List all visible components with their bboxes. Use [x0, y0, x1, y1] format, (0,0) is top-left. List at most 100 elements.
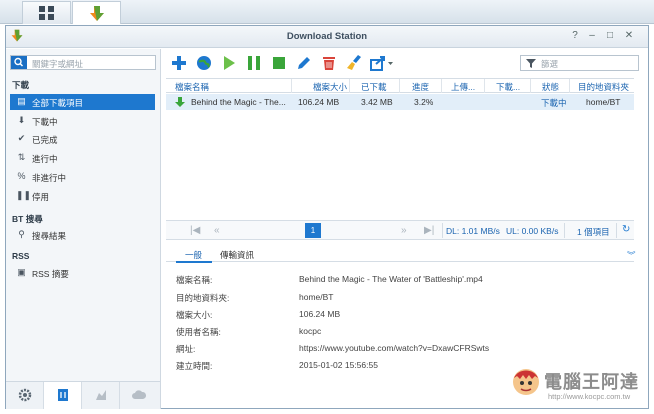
help-icon[interactable]: ? [569, 30, 581, 42]
clear-completed-button[interactable] [345, 54, 363, 72]
add-task-button[interactable] [170, 54, 188, 72]
field-value-size: 106.24 MB [299, 309, 341, 319]
cell-downloaded: 3.42 MB [361, 97, 393, 107]
transfer-icon [58, 389, 68, 401]
sidebar-item-label: 已完成 [32, 135, 58, 145]
field-label-size: 檔案大小: [176, 310, 213, 320]
download-station-window: Download Station ? – □ ✕ 關鍵字或網址 下載 ▤ 全部下… [5, 25, 649, 409]
edit-button[interactable] [295, 54, 313, 72]
col-status[interactable]: 狀態 [542, 81, 559, 92]
sidebar-item-active[interactable]: ⇅ 進行中 [10, 150, 155, 166]
sidebar-item-rss-feeds[interactable]: ▣ RSS 摘要 [10, 265, 155, 281]
col-downloaded[interactable]: 已下載 [361, 81, 387, 92]
col-size[interactable]: 檔案大小 [313, 81, 347, 92]
last-page-icon[interactable]: ▶| [424, 225, 434, 236]
sidebar-item-label: 進行中 [32, 154, 58, 164]
field-label-created: 建立時間: [176, 361, 213, 371]
share-menu-button[interactable] [369, 54, 395, 72]
delete-button[interactable] [320, 54, 338, 72]
add-url-button[interactable] [195, 54, 213, 72]
detail-tabs: 一般 傳輸資訊 ︾ [166, 245, 636, 263]
trash-icon [323, 57, 335, 70]
broom-icon [347, 55, 361, 70]
item-count: 1 個項目 [577, 227, 610, 237]
tab-transfer-info[interactable]: 傳輸資訊 [220, 249, 254, 261]
filter-icon [526, 59, 536, 68]
sidebar-item-search-results[interactable]: ⚲ 搜尋結果 [10, 227, 155, 243]
section-rss-heading: RSS [12, 251, 30, 261]
file-icon: ▤ [17, 96, 26, 106]
col-upload-speed[interactable]: 上傳... [451, 81, 475, 92]
gear-icon [18, 388, 32, 402]
close-icon[interactable]: ✕ [623, 30, 635, 42]
collapse-icon[interactable]: ︾ [627, 249, 636, 261]
col-progress[interactable]: 進度 [412, 81, 429, 92]
updown-arrows-icon: ⇅ [17, 152, 26, 162]
mule-icon [96, 390, 106, 400]
minimize-icon[interactable]: – [586, 30, 598, 42]
transfer-button[interactable] [44, 382, 82, 409]
sidebar-item-stopped[interactable]: ❚❚ 停用 [10, 188, 155, 204]
main-menu-button[interactable] [22, 1, 71, 24]
stop-icon [273, 57, 285, 69]
maximize-icon[interactable]: □ [604, 30, 616, 42]
cloud-button[interactable] [120, 382, 158, 409]
sidebar-item-inactive[interactable]: % 非進行中 [10, 169, 155, 185]
emule-button[interactable] [82, 382, 120, 409]
search-input[interactable]: 關鍵字或網址 [10, 55, 156, 70]
field-value-url[interactable]: https://www.youtube.com/watch?v=DxawCFRS… [299, 343, 489, 353]
pause-button[interactable] [245, 54, 263, 72]
first-page-icon[interactable]: |◀ [190, 225, 200, 236]
sidebar-item-downloading[interactable]: ⬇ 下載中 [10, 113, 155, 129]
refresh-icon[interactable]: ↻ [622, 224, 630, 235]
filter-placeholder: 篩選 [541, 59, 559, 69]
stop-button[interactable] [270, 54, 288, 72]
window-title: Download Station [286, 31, 368, 42]
sidebar-item-label: 下載中 [32, 117, 58, 127]
watermark: 電腦王阿達 http://www.kocpc.com.tw [510, 362, 650, 410]
col-filename[interactable]: 檔案名稱 [175, 81, 209, 92]
watermark-brand: 電腦王阿達 [544, 372, 639, 393]
dl-speed: DL: 1.01 MB/s [446, 226, 500, 236]
field-value-destination: home/BT [299, 292, 334, 302]
settings-button[interactable] [6, 382, 44, 409]
watermark-url: http://www.kocpc.com.tw [548, 392, 631, 401]
prev-page-icon[interactable]: « [214, 225, 220, 236]
plus-icon [172, 56, 186, 70]
sidebar-item-completed[interactable]: ✔ 已完成 [10, 131, 155, 147]
globe-icon [197, 56, 211, 70]
pencil-icon [298, 57, 310, 69]
current-page[interactable]: 1 [305, 223, 321, 238]
field-value-filename: Behind the Magic - The Water of 'Battles… [299, 274, 483, 284]
sidebar-item-all-downloads[interactable]: ▤ 全部下載項目 [10, 94, 155, 110]
cell-destination: home/BT [586, 97, 621, 107]
search-icon [11, 56, 27, 69]
search-placeholder: 關鍵字或網址 [32, 59, 84, 69]
tab-general[interactable]: 一般 [185, 249, 202, 261]
toolbar: 篩選 [162, 49, 648, 79]
downloading-arrow-icon [175, 97, 185, 107]
cell-filename: Behind the Magic - The... [191, 97, 286, 107]
rss-icon: ▣ [17, 267, 26, 277]
sidebar-item-label: 停用 [32, 192, 50, 202]
sidebar: 關鍵字或網址 下載 ▤ 全部下載項目 ⬇ 下載中 ✔ 已完成 ⇅ 進行中 % 非… [6, 49, 161, 409]
field-value-username: kocpc [299, 326, 322, 336]
cell-status: 下載中 [541, 98, 567, 108]
cell-size: 106.24 MB [298, 97, 340, 107]
field-value-created: 2015-01-02 15:56:55 [299, 360, 378, 370]
field-label-destination: 目的地資料夾: [176, 293, 230, 303]
resume-button[interactable] [220, 54, 238, 72]
titlebar: Download Station ? – □ ✕ [6, 26, 648, 48]
next-page-icon[interactable]: » [401, 225, 407, 236]
cell-progress: 3.2% [414, 97, 434, 107]
table-row[interactable]: Behind the Magic - The... 106.24 MB 3.42… [166, 94, 634, 110]
taskbar-download-station[interactable] [72, 1, 121, 24]
col-destination[interactable]: 目的地資料夾 [578, 81, 629, 92]
watermark-mascot-logo [513, 369, 539, 395]
cloud-icon [132, 390, 146, 399]
col-download-speed[interactable]: 下載... [496, 81, 520, 92]
pause-icon [248, 56, 260, 70]
check-icon: ✔ [17, 133, 26, 143]
filter-input[interactable]: 篩選 [520, 55, 639, 71]
download-station-icon [90, 6, 104, 21]
